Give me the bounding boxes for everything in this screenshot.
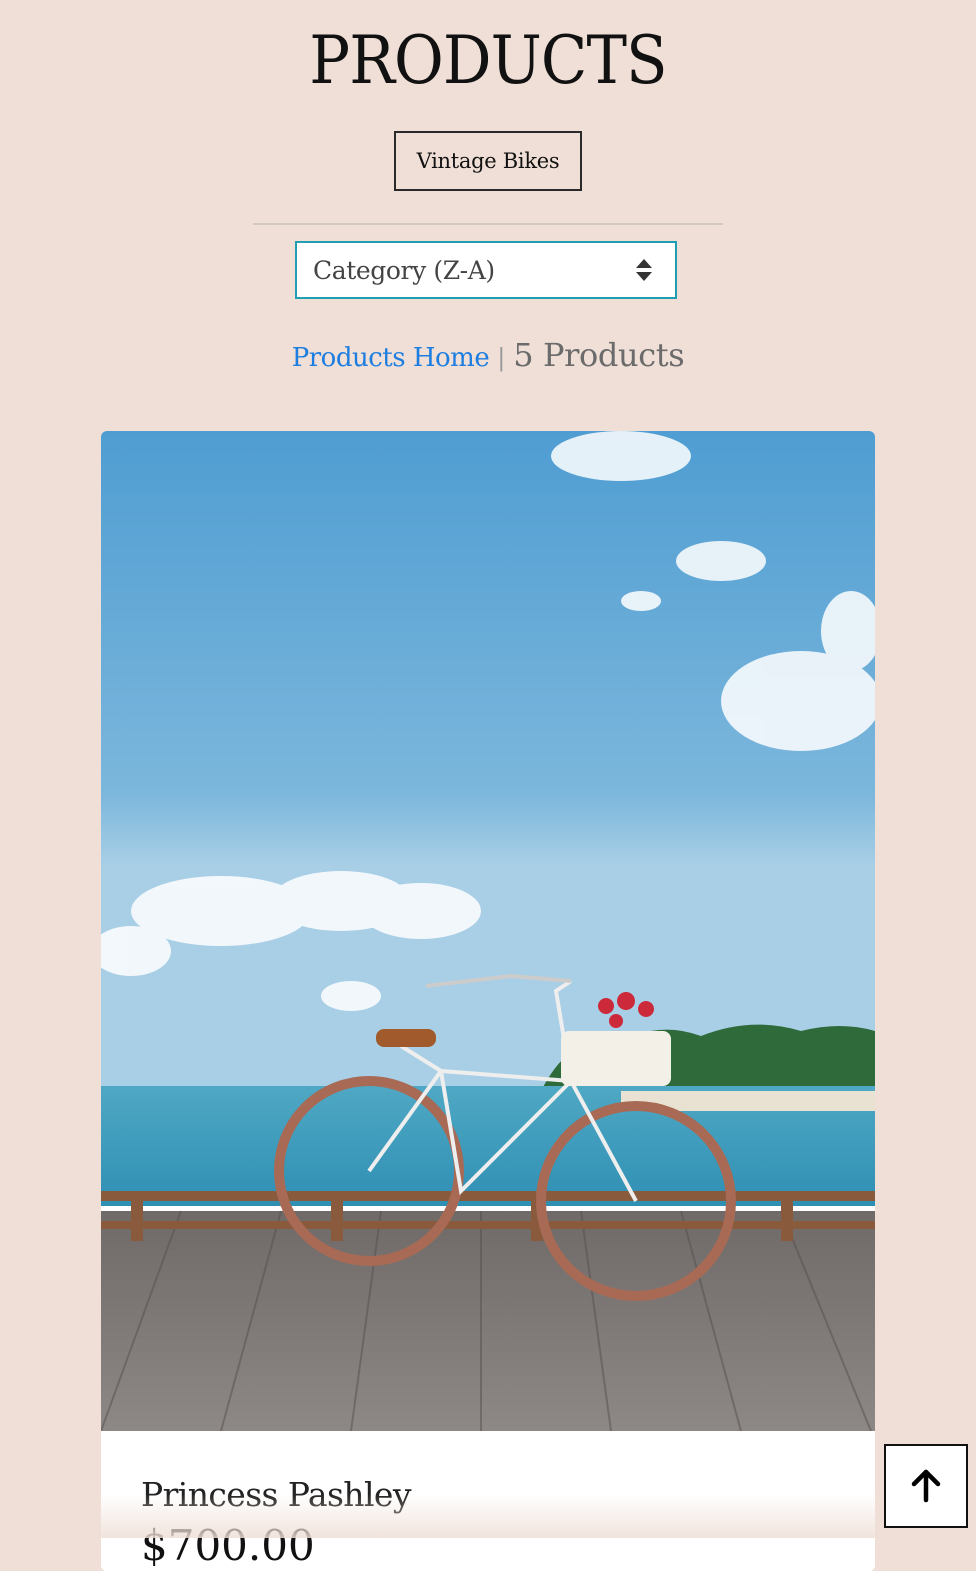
product-card[interactable]: Princess Pashley $700.00 xyxy=(101,431,875,1571)
breadcrumb-separator: | xyxy=(497,344,506,372)
divider xyxy=(253,223,723,225)
product-name[interactable]: Princess Pashley xyxy=(141,1475,411,1514)
product-info: Princess Pashley $700.00 xyxy=(101,1431,875,1571)
breadcrumb: Products Home | 5 Products xyxy=(0,336,976,374)
sort-select-value: Category (Z-A) xyxy=(313,255,495,285)
products-home-link[interactable]: Products Home xyxy=(292,343,490,373)
page-title: PRODUCTS xyxy=(309,22,667,99)
product-count: 5 Products xyxy=(513,336,685,374)
back-to-top-button[interactable] xyxy=(884,1444,968,1528)
sort-select[interactable]: Category (Z-A) xyxy=(295,241,677,299)
arrow-up-icon xyxy=(911,1469,941,1503)
product-image[interactable] xyxy=(101,431,875,1431)
sort-updown-icon xyxy=(635,257,653,283)
category-filter-button[interactable]: Vintage Bikes xyxy=(394,131,582,191)
product-price: $700.00 xyxy=(141,1521,315,1570)
